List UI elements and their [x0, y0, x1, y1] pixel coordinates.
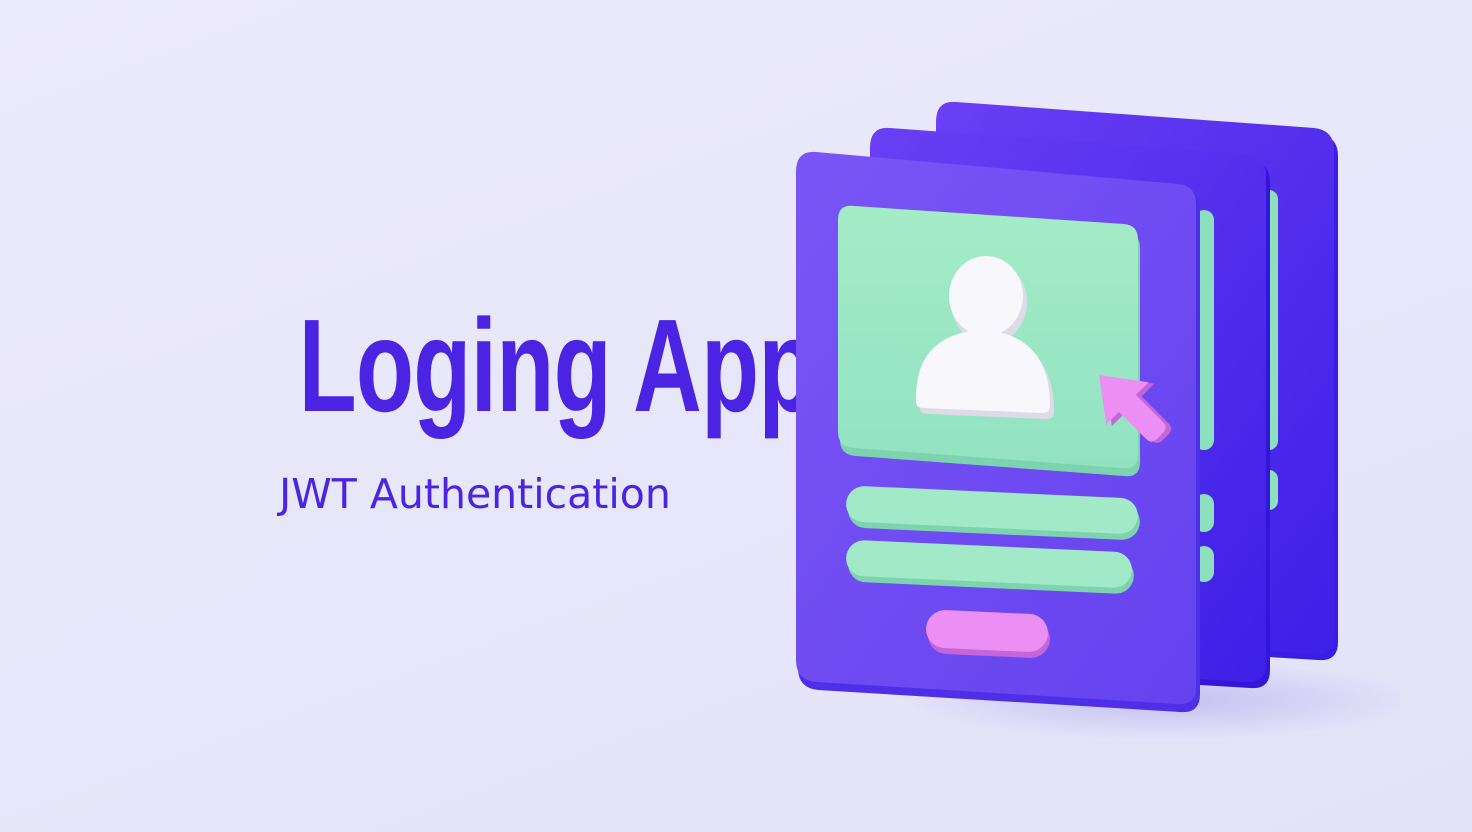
app-title: Loging App	[298, 292, 817, 439]
avatar-panel	[838, 205, 1140, 477]
login-cards-illustration	[760, 90, 1400, 750]
app-subtitle: JWT Authentication	[279, 470, 671, 518]
hero-text: Loging App JWT Authentication	[230, 292, 817, 519]
login-cards-svg	[796, 101, 1400, 740]
